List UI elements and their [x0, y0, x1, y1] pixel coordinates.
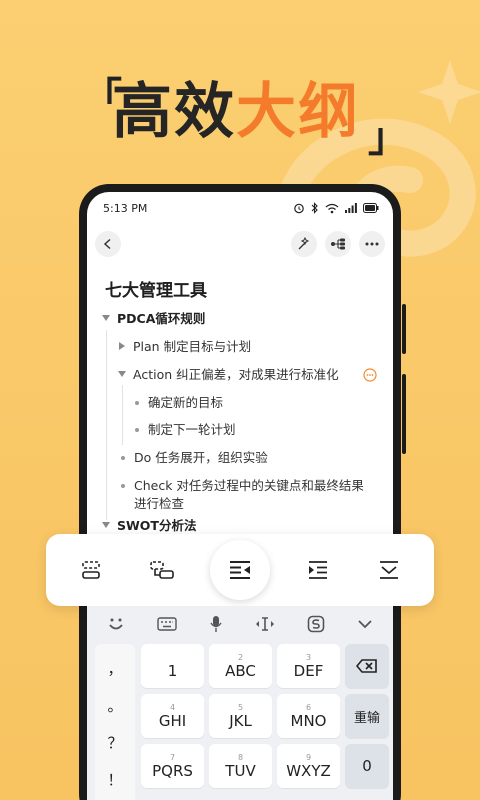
- clipboard-icon[interactable]: [307, 615, 325, 633]
- comment-icon[interactable]: [363, 368, 377, 385]
- key-9[interactable]: 9 WXYZ: [277, 744, 340, 788]
- outline-item[interactable]: Do 任务展开，组织实验: [101, 449, 393, 477]
- phone-side-button: [402, 304, 406, 354]
- indent-icon: [308, 561, 327, 579]
- outdent-icon: [229, 561, 250, 579]
- key-5[interactable]: 5 JKL: [209, 694, 272, 738]
- block-link-icon: [150, 561, 174, 579]
- ai-assist-button[interactable]: [291, 231, 317, 257]
- collapse-all-button[interactable]: [366, 547, 412, 593]
- status-icons: [293, 202, 379, 214]
- collapse-all-icon: [379, 561, 398, 579]
- bullet-dot-icon: [135, 401, 139, 405]
- status-bar: 5:13 PM: [87, 192, 393, 224]
- outline-item-text: SWOT分析法: [117, 518, 197, 533]
- collapsed-triangle-icon[interactable]: [117, 341, 127, 351]
- keyboard-top-bar: [87, 606, 393, 642]
- key-1[interactable]: 1: [141, 644, 204, 688]
- editor-toolbar: [87, 224, 393, 264]
- outline-item[interactable]: 制定下一轮计划: [101, 421, 393, 449]
- key-6[interactable]: 6 MNO: [277, 694, 340, 738]
- mindmap-button[interactable]: [325, 231, 351, 257]
- backspace-icon: [356, 659, 377, 673]
- cursor-icon[interactable]: [255, 616, 275, 632]
- signal-icon: [345, 203, 357, 213]
- outline-item-text: 确定新的目标: [148, 395, 224, 410]
- headline-part-dark: 高效: [112, 77, 236, 147]
- headline-close-bracket: 」: [368, 115, 408, 161]
- magic-wand-icon: [298, 237, 310, 250]
- key-4[interactable]: 4 GHI: [141, 694, 204, 738]
- keyboard: ， 。 ？ ！ 1 2 ABC 3 DEF 4 GHI 5 JKL 6 MNO 重输 7P…: [87, 606, 393, 800]
- chevron-down-icon[interactable]: [357, 619, 373, 629]
- expanded-triangle-icon[interactable]: [117, 369, 127, 379]
- punct-key[interactable]: ，: [107, 658, 122, 679]
- mic-icon[interactable]: [209, 615, 223, 633]
- emoji-icon[interactable]: [107, 616, 125, 632]
- key-3[interactable]: 3 DEF: [277, 644, 340, 688]
- expanded-triangle-icon[interactable]: [101, 520, 111, 530]
- punct-key[interactable]: 。: [107, 695, 122, 716]
- outline-item[interactable]: Plan 制定目标与计划: [101, 338, 393, 366]
- key-0[interactable]: 0: [345, 744, 389, 788]
- expanded-triangle-icon[interactable]: [101, 313, 111, 323]
- back-button[interactable]: [95, 231, 121, 257]
- bluetooth-icon: [311, 202, 318, 214]
- floating-format-toolbar: [46, 534, 434, 606]
- block-convert-icon: [82, 561, 101, 579]
- outline-item-text: Plan 制定目标与计划: [133, 339, 252, 354]
- bullet-dot-icon: [121, 484, 125, 488]
- headline-text: 高效大纲: [112, 63, 360, 150]
- key-2[interactable]: 2 ABC: [209, 644, 272, 688]
- punctuation-column[interactable]: ， 。 ？ ！: [95, 644, 135, 800]
- outline-item-text: Check 对任务过程中的关键点和最终结果 进行检查: [134, 478, 364, 511]
- headline: 「 高效大纲 」: [0, 55, 480, 165]
- chevron-left-icon: [103, 238, 111, 250]
- outdent-button[interactable]: [209, 540, 270, 600]
- outline-item[interactable]: Action 纠正偏差，对成果进行标准化: [101, 366, 393, 394]
- punct-key[interactable]: ？: [107, 732, 122, 753]
- alarm-icon: [294, 203, 304, 214]
- outline-item-text: 制定下一轮计划: [148, 422, 236, 437]
- outline-item-text: Action 纠正偏差，对成果进行标准化: [133, 367, 339, 382]
- key-8[interactable]: 8 TUV: [209, 744, 272, 788]
- indent-button[interactable]: [295, 547, 341, 593]
- mindmap-icon: [331, 238, 345, 250]
- document-title[interactable]: 七大管理工具: [87, 264, 393, 310]
- punct-key[interactable]: ！: [107, 769, 122, 790]
- outline-item[interactable]: PDCA循环规则: [101, 310, 393, 338]
- toolbar-right-group: [291, 231, 385, 257]
- outline-item-text: Do 任务展开，组织实验: [134, 450, 268, 465]
- phone-side-button: [402, 374, 406, 454]
- wifi-icon: [325, 203, 339, 213]
- battery-icon: [363, 203, 379, 213]
- outline-item[interactable]: Check 对任务过程中的关键点和最终结果 进行检查: [101, 477, 393, 517]
- outline-list: PDCA循环规则 Plan 制定目标与计划 Action 纠正偏差，对成果进行标…: [87, 310, 393, 537]
- more-button[interactable]: [359, 231, 385, 257]
- status-time: 5:13 PM: [103, 201, 148, 215]
- convert-block-button[interactable]: [68, 547, 114, 593]
- backspace-key[interactable]: [345, 644, 389, 688]
- key-7[interactable]: 7 PQRS: [141, 744, 204, 788]
- retype-key[interactable]: 重输: [345, 694, 389, 738]
- keyboard-icon[interactable]: [157, 617, 177, 631]
- headline-part-accent: 大纲: [236, 77, 360, 147]
- bullet-dot-icon: [121, 456, 125, 460]
- outline-item[interactable]: 确定新的目标: [101, 394, 393, 421]
- bullet-dot-icon: [135, 428, 139, 432]
- more-icon: [365, 242, 379, 246]
- link-block-button[interactable]: [139, 547, 185, 593]
- outline-item-text: PDCA循环规则: [117, 311, 206, 326]
